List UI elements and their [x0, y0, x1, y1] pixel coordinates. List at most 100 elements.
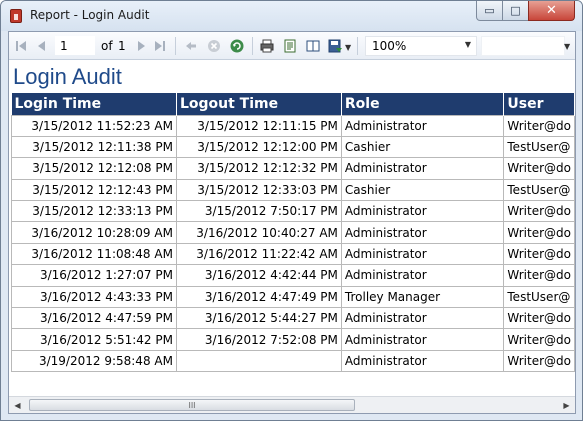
role-cell: Administrator: [340, 200, 505, 223]
refresh-icon[interactable]: [229, 38, 245, 54]
print-layout-icon[interactable]: [305, 38, 321, 54]
user-cell: Writer@do: [503, 264, 575, 287]
role-cell: Administrator: [340, 221, 505, 244]
user-cell: TestUser@: [503, 178, 575, 202]
previous-page-icon[interactable]: [34, 38, 50, 54]
page-number-input[interactable]: [55, 36, 95, 55]
horizontal-scrollbar[interactable]: ◀ III ▶: [9, 396, 575, 413]
report-viewer: of 1: [8, 31, 576, 414]
login-time-cell: 3/15/2012 12:12:43 PM: [11, 178, 177, 202]
logout-time-cell: [175, 349, 342, 373]
role-cell: Administrator: [340, 157, 505, 180]
scroll-thumb[interactable]: III: [29, 399, 355, 411]
report-title: Login Audit: [13, 64, 122, 89]
login-time-cell: 3/15/2012 11:52:23 AM: [11, 114, 177, 137]
logout-time-cell: 3/16/2012 10:40:27 AM: [175, 221, 342, 244]
page-of-label: of: [101, 39, 113, 53]
report-window: Report - Login Audit ▭ □ ✕ of 1: [0, 0, 583, 421]
login-time-cell: 3/16/2012 4:43:33 PM: [11, 285, 177, 309]
last-page-icon[interactable]: [152, 38, 168, 54]
table-row: 3/15/2012 11:52:23 AM 3/15/2012 12:11:15 …: [11, 114, 575, 137]
login-time-cell: 3/16/2012 10:28:09 AM: [11, 221, 177, 244]
close-button[interactable]: ✕: [528, 1, 575, 21]
login-time-cell: 3/15/2012 12:11:38 PM: [11, 135, 177, 159]
app-icon: [10, 9, 22, 23]
logout-time-cell: 3/15/2012 12:33:03 PM: [175, 178, 342, 202]
user-cell: Writer@do: [503, 221, 575, 244]
user-cell: Writer@do: [503, 157, 575, 180]
window-title: Report - Login Audit: [30, 8, 150, 22]
login-time-cell: 3/15/2012 12:33:13 PM: [11, 200, 177, 223]
maximize-icon: □: [510, 4, 521, 17]
table-row: 3/15/2012 12:33:13 PM 3/15/2012 7:50:17 P…: [11, 200, 575, 223]
close-icon: ✕: [546, 3, 557, 18]
user-cell: Writer@do: [503, 114, 575, 137]
page-setup-icon[interactable]: [282, 38, 298, 54]
minimize-icon: ▭: [484, 4, 495, 17]
user-cell: TestUser@: [503, 135, 575, 159]
first-page-icon[interactable]: [13, 38, 29, 54]
login-time-cell: 3/16/2012 1:27:07 PM: [11, 264, 177, 287]
title-bar[interactable]: Report - Login Audit ▭ □ ✕: [1, 1, 582, 31]
export-icon[interactable]: [327, 38, 343, 54]
table-row: 3/15/2012 12:11:38 PM 3/15/2012 12:12:00 …: [11, 135, 575, 159]
maximize-button[interactable]: □: [502, 1, 529, 21]
table-row: 3/16/2012 4:47:59 PM 3/16/2012 5:44:27 PM…: [11, 307, 575, 330]
login-time-cell: 3/16/2012 4:47:59 PM: [11, 307, 177, 330]
zoom-select[interactable]: 100% ▼: [365, 36, 477, 56]
role-cell: Cashier: [340, 178, 505, 202]
table-row: 3/16/2012 11:08:48 AM 3/16/2012 11:22:42 …: [11, 242, 575, 266]
toolbar-separator: [175, 37, 176, 55]
table-header-row: Login Time Logout Time Role User: [11, 93, 575, 115]
table-row: 3/15/2012 12:12:08 PM 3/15/2012 12:12:32 …: [11, 157, 575, 180]
print-icon[interactable]: [259, 38, 275, 54]
report-body: Login Audit Login Time Logout Time Role …: [9, 61, 575, 396]
column-header-user[interactable]: User: [503, 93, 575, 115]
logout-time-cell: 3/15/2012 12:11:15 PM: [175, 114, 342, 137]
role-cell: Administrator: [340, 264, 505, 287]
login-time-cell: 3/19/2012 9:58:48 AM: [11, 349, 177, 373]
scroll-right-icon[interactable]: ▶: [558, 397, 575, 413]
role-cell: Administrator: [340, 349, 505, 373]
audit-table: Login Time Logout Time Role User 3/15/20…: [11, 93, 575, 373]
role-cell: Trolley Manager: [340, 285, 505, 309]
table-row: 3/16/2012 5:51:42 PM 3/16/2012 7:52:08 PM…: [11, 328, 575, 351]
role-cell: Administrator: [340, 307, 505, 330]
role-cell: Administrator: [340, 242, 505, 266]
user-cell: Writer@do: [503, 307, 575, 330]
login-time-cell: 3/16/2012 5:51:42 PM: [11, 328, 177, 351]
login-time-cell: 3/16/2012 11:08:48 AM: [11, 242, 177, 266]
scroll-left-icon[interactable]: ◀: [9, 397, 26, 413]
zoom-value: 100%: [372, 39, 407, 53]
logout-time-cell: 3/16/2012 11:22:42 AM: [175, 242, 342, 266]
toolbar-separator: [357, 37, 358, 55]
user-cell: Writer@do: [503, 242, 575, 266]
table-row: 3/16/2012 10:28:09 AM 3/16/2012 10:40:27 …: [11, 221, 575, 244]
table-row: 3/15/2012 12:12:43 PM 3/15/2012 12:33:03 …: [11, 178, 575, 202]
minimize-button[interactable]: ▭: [476, 1, 503, 21]
logout-time-cell: 3/15/2012 12:12:00 PM: [175, 135, 342, 159]
login-time-cell: 3/15/2012 12:12:08 PM: [11, 157, 177, 180]
toolbar-separator: [252, 37, 253, 55]
logout-time-cell: 3/15/2012 7:50:17 PM: [175, 200, 342, 223]
column-header-logout-time[interactable]: Logout Time: [176, 93, 342, 115]
user-cell: Writer@do: [503, 200, 575, 223]
role-cell: Cashier: [340, 135, 505, 159]
export-dropdown-icon[interactable]: ▼: [345, 43, 351, 52]
total-pages-label: 1: [118, 39, 126, 53]
back-icon[interactable]: [183, 38, 199, 54]
role-cell: Administrator: [340, 114, 505, 137]
toolbar-overflow-icon[interactable]: ▼: [564, 42, 570, 51]
stop-icon[interactable]: [206, 38, 222, 54]
user-cell: Writer@do: [503, 349, 575, 373]
logout-time-cell: 3/16/2012 5:44:27 PM: [175, 307, 342, 330]
column-header-login-time[interactable]: Login Time: [11, 93, 177, 115]
next-page-icon[interactable]: [133, 38, 149, 54]
user-cell: TestUser@: [503, 285, 575, 309]
logout-time-cell: 3/15/2012 12:12:32 PM: [175, 157, 342, 180]
user-cell: Writer@do: [503, 328, 575, 351]
search-input[interactable]: [481, 36, 565, 56]
logout-time-cell: 3/16/2012 7:52:08 PM: [175, 328, 342, 351]
chevron-down-icon: ▼: [464, 40, 471, 49]
column-header-role[interactable]: Role: [341, 93, 505, 115]
